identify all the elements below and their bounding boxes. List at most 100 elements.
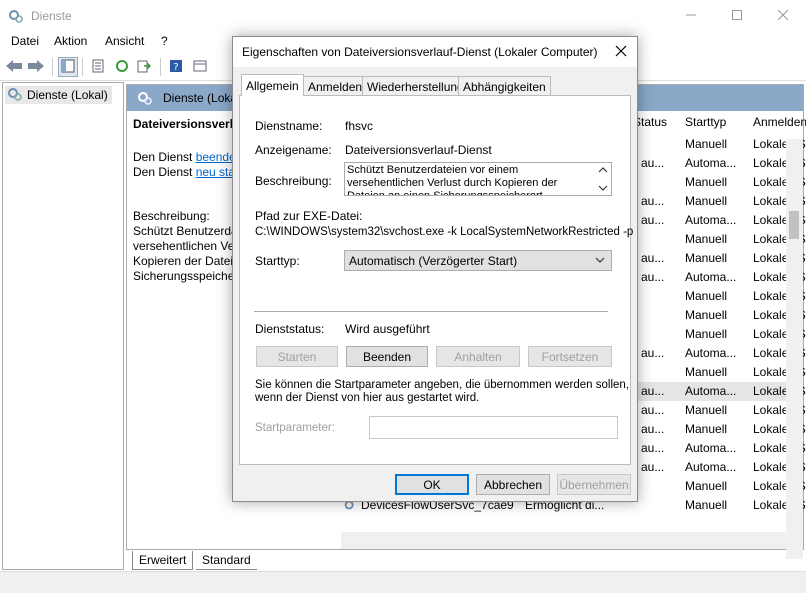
close-button[interactable]	[760, 0, 806, 32]
column-header-starttyp[interactable]: Starttyp	[685, 115, 726, 131]
dienstname-value[interactable]: fhsvc	[345, 119, 373, 133]
row-starttyp: Manuell	[685, 365, 728, 379]
startparameter-hint-line: wenn der Dienst von hier aus gestartet w…	[255, 392, 480, 404]
beenden-button[interactable]: Beenden	[346, 346, 428, 367]
row-starttyp: Manuell	[685, 498, 728, 512]
ok-button[interactable]: OK	[395, 474, 469, 495]
anzeigename-label: Anzeigename:	[255, 143, 332, 157]
row-starttyp: Manuell	[685, 175, 728, 189]
row-starttyp: Manuell	[685, 327, 728, 341]
row-starttyp: Automa...	[685, 384, 737, 398]
row-starttyp: Automa...	[685, 156, 737, 170]
fortsetzen-button[interactable]: Fortsetzen	[528, 346, 612, 367]
gears-icon	[137, 90, 153, 109]
row-starttyp: Manuell	[685, 232, 728, 246]
startparameter-hint-line: Sie können die Startparameter angeben, d…	[255, 379, 629, 391]
toolbar-separator	[82, 58, 83, 76]
beschreibung-textbox[interactable]: Schützt Benutzerdateien vor einem verseh…	[344, 162, 612, 196]
forward-button[interactable]	[26, 57, 46, 77]
dialog-close-button[interactable]	[609, 41, 633, 63]
arrow-left-icon	[5, 59, 23, 76]
tab-wiederherstellung[interactable]: Wiederherstellung	[362, 76, 469, 95]
starten-button[interactable]: Starten	[256, 346, 338, 367]
help-button[interactable]: ?	[166, 57, 186, 77]
gears-icon	[8, 8, 24, 24]
properties-dialog: Eigenschaften von Dateiversionsverlauf-D…	[232, 36, 638, 502]
row-starttyp: Manuell	[685, 308, 728, 322]
dienststatus-value: Wird ausgeführt	[345, 322, 430, 336]
row-starttyp: Manuell	[685, 251, 728, 265]
beschreibung-scrollbar[interactable]	[596, 164, 610, 194]
startparameter-label: Startparameter:	[255, 422, 335, 434]
dialog-titlebar: Eigenschaften von Dateiversionsverlauf-D…	[233, 37, 637, 67]
show-tree-button[interactable]	[58, 57, 78, 77]
properties-icon	[91, 59, 105, 76]
column-header-status[interactable]: Status	[633, 115, 667, 131]
tab-abhaengigkeiten[interactable]: Abhängigkeiten	[458, 76, 551, 95]
description-heading: Beschreibung:	[133, 209, 210, 223]
row-starttyp: Automa...	[685, 346, 737, 360]
toolbar-separator	[160, 58, 161, 76]
close-icon	[615, 45, 627, 60]
tab-allgemein-panel: Dienstname: fhsvc Anzeigename: Dateivers…	[239, 95, 633, 465]
pfad-label: Pfad zur EXE-Datei:	[255, 209, 363, 223]
refresh-icon	[115, 59, 129, 76]
startparameter-input[interactable]	[369, 416, 618, 439]
anzeigename-value[interactable]: Dateiversionsverlauf-Dienst	[345, 143, 492, 157]
scrollbar-thumb[interactable]	[789, 211, 799, 239]
gears-icon	[7, 86, 23, 105]
tree-item-dienste-lokal[interactable]: Dienste (Lokal)	[5, 86, 112, 104]
row-starttyp: Manuell	[685, 137, 728, 151]
chevron-up-icon	[598, 165, 608, 178]
tab-allgemein[interactable]: Allgemein	[241, 74, 304, 96]
properties-button[interactable]	[88, 57, 108, 77]
row-starttyp: Automa...	[685, 460, 737, 474]
menu-help[interactable]: ?	[161, 34, 168, 48]
minimize-icon	[686, 9, 696, 23]
beschreibung-value: Schützt Benutzerdateien vor einem verseh…	[347, 164, 558, 196]
chevron-down-icon	[595, 254, 605, 268]
tree-view-icon	[61, 59, 75, 76]
view-tabs: Erweitert Standard	[126, 551, 804, 571]
row-starttyp: Automa...	[685, 213, 737, 227]
arrow-right-icon	[27, 59, 45, 76]
row-starttyp: Manuell	[685, 289, 728, 303]
dienststatus-label: Dienststatus:	[255, 322, 325, 336]
refresh-button[interactable]	[112, 57, 132, 77]
export-button[interactable]	[134, 57, 154, 77]
starttyp-select[interactable]: Automatisch (Verzögerter Start)	[344, 250, 612, 271]
minimize-button[interactable]	[668, 0, 714, 32]
export-icon	[137, 59, 152, 76]
row-starttyp: Manuell	[685, 422, 728, 436]
svg-text:?: ?	[173, 62, 178, 73]
dienstname-label: Dienstname:	[255, 119, 323, 133]
column-header-anmelden[interactable]: Anmelden als	[753, 115, 806, 131]
stop-service-prefix: Den Dienst	[133, 150, 196, 164]
horizontal-scrollbar[interactable]	[341, 532, 789, 549]
row-starttyp: Manuell	[685, 479, 728, 493]
tab-erweitert[interactable]: Erweitert	[132, 551, 194, 570]
maximize-button[interactable]	[714, 0, 760, 32]
uebernehmen-button[interactable]: Übernehmen	[557, 474, 631, 495]
pfad-value[interactable]: C:\WINDOWS\system32\svchost.exe -k Local…	[255, 226, 633, 238]
starttyp-selected-value: Automatisch (Verzögerter Start)	[349, 254, 518, 268]
menu-datei[interactable]: Datei	[11, 34, 39, 48]
anhalten-button[interactable]: Anhalten	[436, 346, 520, 367]
tab-anmelden[interactable]: Anmelden	[303, 76, 368, 95]
row-starttyp: Automa...	[685, 270, 737, 284]
stop-service-line: Den Dienst beenden	[133, 150, 242, 164]
back-button[interactable]	[4, 57, 24, 77]
vertical-scrollbar[interactable]	[786, 139, 803, 559]
abbrechen-button[interactable]: Abbrechen	[476, 474, 550, 495]
status-bar	[0, 571, 806, 593]
beschreibung-label: Beschreibung:	[255, 174, 332, 188]
dialog-title: Eigenschaften von Dateiversionsverlauf-D…	[242, 45, 598, 59]
menu-ansicht[interactable]: Ansicht	[105, 34, 144, 48]
tab-standard[interactable]: Standard	[196, 551, 257, 570]
row-starttyp: Manuell	[685, 403, 728, 417]
console-button[interactable]	[190, 57, 210, 77]
window-title: Dienste	[31, 9, 72, 23]
maximize-icon	[732, 9, 742, 23]
console-icon	[193, 59, 207, 76]
menu-aktion[interactable]: Aktion	[54, 34, 87, 48]
